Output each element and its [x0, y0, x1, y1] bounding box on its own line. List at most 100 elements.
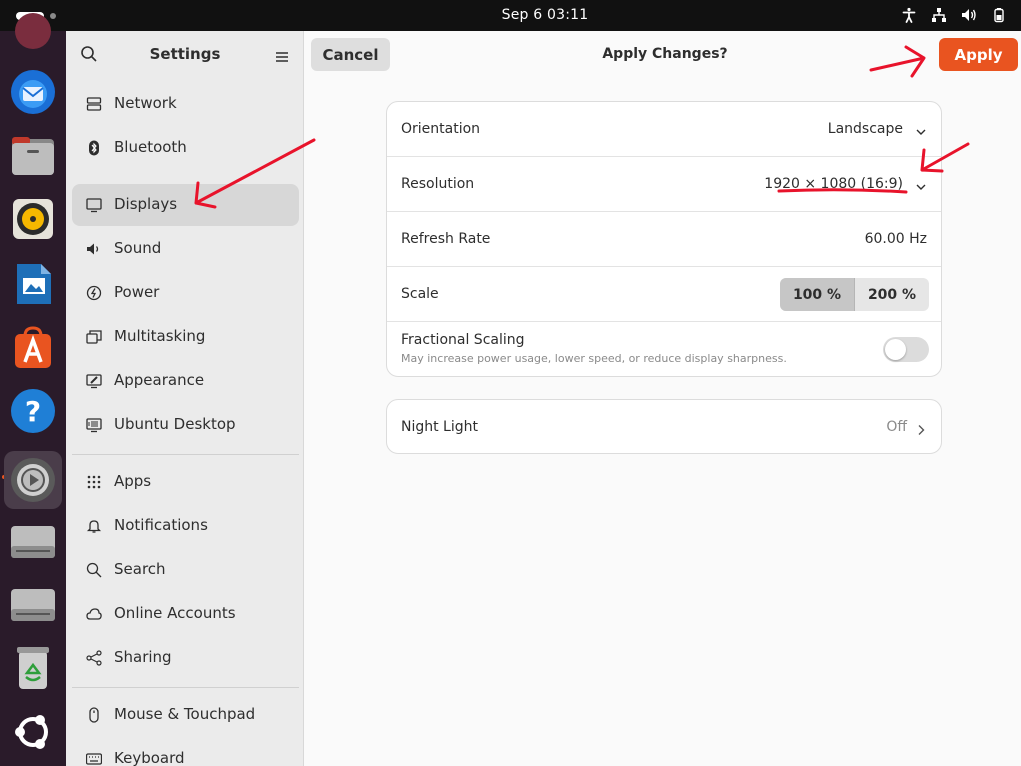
- hamburger-menu-icon[interactable]: [276, 48, 288, 62]
- night-light-card: Night Light Off: [386, 399, 942, 454]
- refresh-rate-value: 60.00 Hz: [864, 231, 927, 247]
- cloud-icon: [86, 606, 102, 622]
- resolution-label: Resolution: [401, 176, 475, 192]
- power-icon: [86, 285, 102, 301]
- sidebar-item-label: Appearance: [114, 371, 205, 389]
- sidebar-item-power[interactable]: Power: [72, 272, 299, 314]
- keyboard-icon: [85, 751, 103, 766]
- clock[interactable]: Sep 6 03:11: [0, 7, 1021, 23]
- scale-row: Scale 100 % 200 %: [387, 267, 941, 322]
- dock: ?: [0, 13, 66, 766]
- chevron-down-icon[interactable]: [915, 178, 927, 190]
- sidebar-item-search[interactable]: Search: [72, 549, 299, 591]
- switch-knob: [885, 339, 906, 360]
- appearance-icon: [86, 373, 102, 389]
- sidebar-item-label: Network: [114, 94, 177, 112]
- sidebar-item-label: Sound: [114, 239, 162, 257]
- dialog-title: Apply Changes?: [602, 46, 728, 62]
- thunderbird-icon[interactable]: [8, 67, 58, 117]
- scale-option-200[interactable]: 200 %: [855, 278, 929, 311]
- night-light-row[interactable]: Night Light Off: [387, 400, 941, 453]
- sidebar-item-label: Displays: [114, 195, 178, 213]
- sidebar-item-notifications[interactable]: Notifications: [72, 505, 299, 547]
- sidebar-item-network[interactable]: Network: [72, 83, 299, 125]
- svg-text:?: ?: [25, 395, 41, 428]
- fractional-scaling-description: May increase power usage, lower speed, o…: [401, 352, 787, 365]
- refresh-rate-row: Refresh Rate 60.00 Hz: [387, 212, 941, 267]
- sidebar-item-ubuntu-desktop[interactable]: Ubuntu Desktop: [72, 404, 299, 446]
- chevron-right-icon: [915, 421, 927, 435]
- sidebar-divider: [72, 687, 299, 688]
- orientation-label: Orientation: [401, 121, 481, 137]
- volume-icon[interactable]: [961, 7, 977, 23]
- refresh-rate-label: Refresh Rate: [401, 231, 491, 247]
- share-icon: [86, 650, 102, 666]
- drive-icon[interactable]: [8, 517, 58, 567]
- night-light-label: Night Light: [401, 419, 478, 435]
- network-icon: [86, 96, 102, 112]
- top-bar: Sep 6 03:11: [0, 0, 1021, 31]
- app-center-icon[interactable]: [8, 323, 58, 373]
- fractional-scaling-row: Fractional Scaling May increase power us…: [387, 322, 941, 376]
- battery-icon[interactable]: [991, 7, 1007, 23]
- sidebar-divider: [72, 454, 299, 455]
- sidebar-item-label: Apps: [114, 472, 152, 490]
- files-icon[interactable]: [8, 131, 58, 181]
- ubuntu-logo-icon[interactable]: [8, 707, 58, 757]
- content-header-bar: Cancel Apply Changes? Apply: [305, 31, 1021, 77]
- display-icon: [86, 197, 102, 213]
- ubuntu-desktop-icon: [86, 417, 102, 433]
- sidebar-item-label: Mouse & Touchpad: [114, 705, 256, 723]
- sidebar-item-displays[interactable]: Displays: [72, 184, 299, 226]
- sidebar-item-appearance[interactable]: Appearance: [72, 360, 299, 402]
- sidebar-item-sound[interactable]: Sound: [72, 228, 299, 270]
- multitasking-icon: [86, 329, 102, 345]
- system-tray[interactable]: [901, 7, 1007, 23]
- display-settings-card: Orientation Landscape Resolution 1920 × …: [386, 101, 942, 377]
- sidebar-title: Settings: [149, 45, 221, 63]
- mouse-icon: [86, 707, 102, 723]
- sidebar-item-multitasking[interactable]: Multitasking: [72, 316, 299, 358]
- scale-label: Scale: [401, 286, 439, 302]
- scale-toggle-group: 100 % 200 %: [780, 278, 929, 311]
- partial-app-icon[interactable]: [8, 6, 58, 56]
- sidebar-item-mouse-touchpad[interactable]: Mouse & Touchpad: [72, 694, 299, 736]
- bell-icon: [86, 518, 102, 534]
- sidebar-item-bluetooth[interactable]: Bluetooth: [72, 127, 299, 169]
- resolution-value: 1920 × 1080 (16:9): [764, 176, 903, 192]
- orientation-value: Landscape: [827, 121, 903, 137]
- sidebar-item-sharing[interactable]: Sharing: [72, 637, 299, 679]
- help-icon[interactable]: ?: [8, 386, 58, 436]
- sidebar-item-label: Multitasking: [114, 327, 206, 345]
- sidebar-item-label: Sharing: [114, 648, 172, 666]
- sidebar-item-apps[interactable]: Apps: [72, 461, 299, 503]
- sidebar-item-label: Online Accounts: [114, 604, 236, 622]
- sidebar-item-label: Search: [114, 560, 166, 578]
- apps-icon: [86, 474, 102, 490]
- sidebar-item-keyboard[interactable]: Keyboard: [72, 738, 299, 766]
- search-icon: [86, 562, 102, 578]
- sound-icon: [86, 241, 102, 257]
- rhythmbox-icon[interactable]: [8, 194, 58, 244]
- chevron-down-icon[interactable]: [915, 123, 927, 135]
- scale-option-100[interactable]: 100 %: [780, 278, 855, 311]
- accessibility-icon[interactable]: [901, 7, 917, 23]
- libreoffice-writer-icon[interactable]: [8, 259, 58, 309]
- sidebar-item-label: Power: [114, 283, 160, 301]
- sidebar-item-online-accounts[interactable]: Online Accounts: [72, 593, 299, 635]
- resolution-row[interactable]: Resolution 1920 × 1080 (16:9): [387, 157, 941, 212]
- bluetooth-icon: [86, 140, 102, 156]
- apply-button[interactable]: Apply: [939, 38, 1018, 71]
- network-wired-icon[interactable]: [931, 7, 947, 23]
- trash-icon[interactable]: [8, 643, 58, 693]
- drive-icon[interactable]: [8, 580, 58, 630]
- night-light-status: Off: [886, 419, 907, 435]
- settings-sidebar: Settings Network Bluetooth Displays Soun…: [66, 31, 304, 766]
- fractional-scaling-switch[interactable]: [883, 337, 929, 362]
- sidebar-item-label: Keyboard: [114, 749, 185, 766]
- sidebar-item-label: Ubuntu Desktop: [114, 415, 236, 433]
- orientation-row[interactable]: Orientation Landscape: [387, 102, 941, 157]
- fractional-scaling-label: Fractional Scaling: [401, 332, 525, 348]
- sidebar-header: Settings: [66, 31, 304, 77]
- settings-icon[interactable]: [4, 451, 62, 509]
